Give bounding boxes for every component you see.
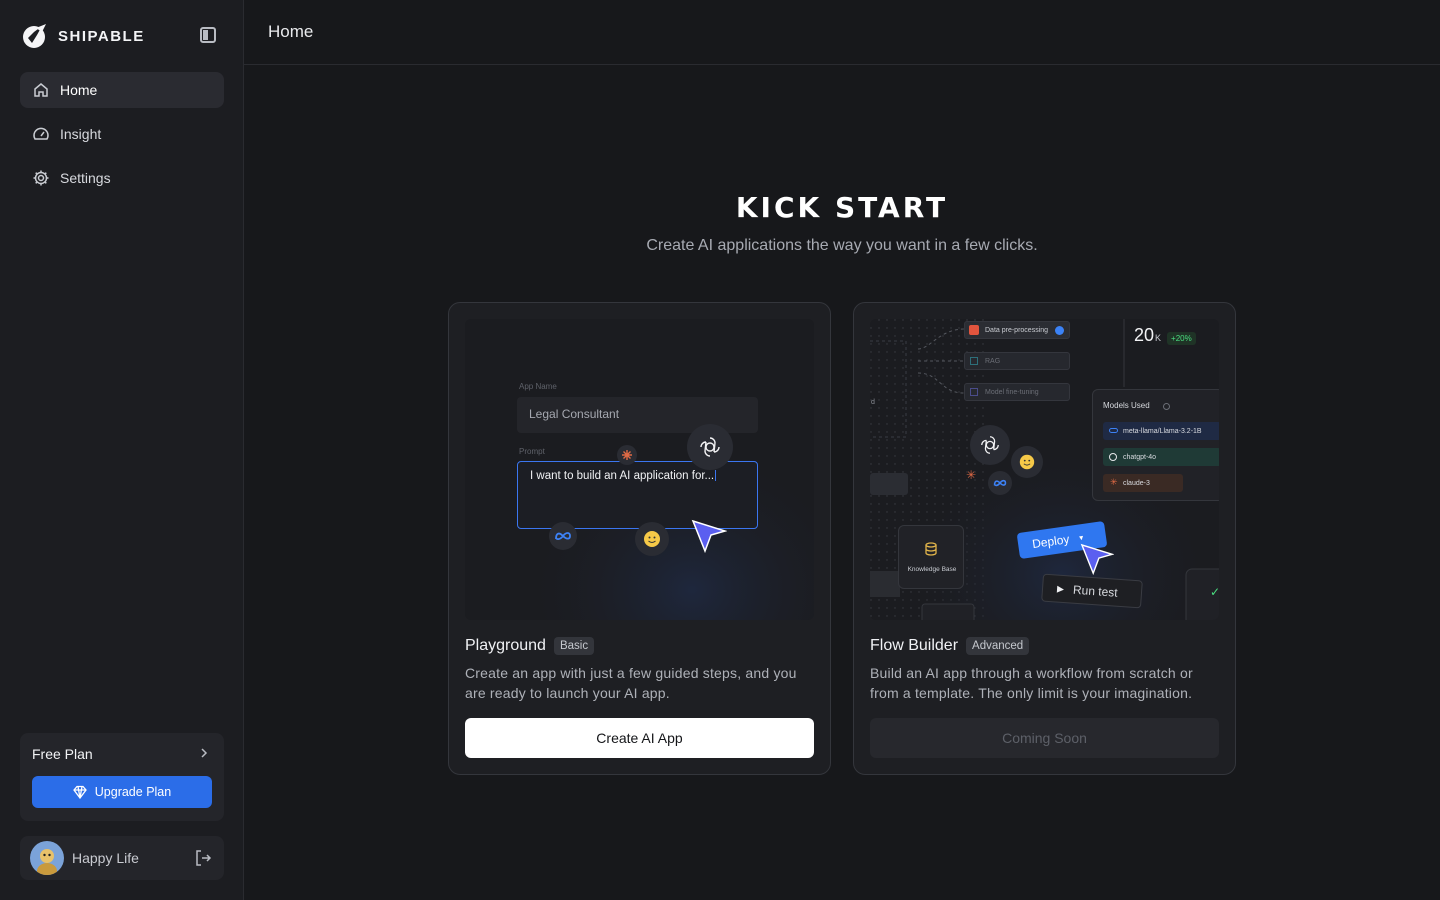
create-ai-app-button[interactable]: Create AI App [465,718,814,758]
claude-icon: ✳ [966,468,977,482]
openai-icon [687,424,733,470]
huggingface-icon [635,522,669,556]
avatar [30,841,64,875]
cursor-arrow-icon [691,519,727,554]
page-title: Home [268,22,314,41]
info-icon [1163,403,1170,410]
add-node-icon [1055,326,1064,335]
models-title: Models Used [1103,401,1150,410]
huggingface-icon [1011,446,1043,478]
openai-icon [970,425,1010,465]
node-rag: RAG [964,352,1070,370]
flow-builder-title: Flow Builder [870,637,959,654]
app-name-label: App Name [519,382,557,391]
user-profile[interactable]: Happy Life [20,836,224,880]
preprocessing-node-icon [969,325,979,335]
stat-unit: K [1155,333,1162,343]
chevron-right-icon[interactable] [198,747,210,759]
prompt-text: I want to build an AI application for... [530,470,715,482]
node-label: Model fine-tuning [985,388,1039,396]
playground-card: App Name Legal Consultant Prompt I want … [448,302,831,775]
rag-node-icon [970,357,978,365]
sidebar-item-settings[interactable]: Settings [20,160,224,196]
sidebar-item-label: Home [60,82,98,98]
card-title: Flow Builder Advanced [870,637,1030,655]
playground-preview: App Name Legal Consultant Prompt I want … [465,319,814,620]
sidebar-nav: Home Insight Settings [20,72,224,204]
plan-card: Free Plan Upgrade Plan [20,733,224,821]
openai-model-icon [1109,453,1117,461]
upgrade-plan-label: Upgrade Plan [94,785,172,799]
sidebar-item-insight[interactable]: Insight [20,116,224,152]
knowledge-base-node: Knowledge Base [898,525,964,589]
advanced-badge: Advanced [966,637,1030,655]
top-header: Home [244,0,1440,65]
node-data-preprocessing: Data pre-processing [964,321,1070,339]
models-used-panel: Models Used meta-llama/Llama-3.2-1B chat… [1092,389,1219,501]
hero-title: KICK START [735,191,949,224]
model-row-llama: meta-llama/Llama-3.2-1B [1103,422,1219,440]
chevron-down-icon: ▾ [1078,532,1084,543]
knowledge-base-label: Knowledge Base [907,566,957,573]
sidebar: SHIPABLE Home Insight Settings Free Plan… [0,0,244,900]
basic-badge: Basic [553,637,595,655]
node-label: RAG [985,357,1001,365]
deploy-label: Deploy [1031,532,1071,552]
upgrade-plan-button[interactable]: Upgrade Plan [32,776,212,808]
node-label: Data pre-processing [985,326,1049,334]
sidebar-toggle-icon[interactable] [200,27,216,43]
sidebar-item-label: Settings [60,170,111,186]
finetune-node-icon [970,388,978,396]
flow-builder-card: Data pre-processing RAG Model fine-tunin… [853,302,1236,775]
meta-icon [549,522,577,550]
prompt-label: Prompt [519,447,545,456]
playground-description: Create an app with just a few guided ste… [465,665,797,701]
run-test-label: Run test [1072,582,1119,600]
brand-logo[interactable]: SHIPABLE [22,22,222,50]
claude-model-icon: ✳ [1110,477,1118,487]
play-icon: ▶ [1056,583,1065,595]
stat-value: 20 [1134,325,1155,345]
gear-icon [33,170,49,186]
hero-subtitle: Create AI applications the way you want … [646,237,1038,254]
shipable-logo-icon [23,24,46,48]
card-title: Playground Basic [465,637,595,655]
model-label: meta-llama/Llama-3.2-1B [1123,427,1202,435]
database-icon [925,542,937,556]
model-label: claude-3 [1123,479,1150,487]
stat-block: 20 K +20% [1134,325,1196,346]
node-model-fine-tuning: Model fine-tuning [964,383,1070,401]
cursor-arrow-icon [1080,543,1114,576]
brand-name: SHIPABLE [58,27,145,45]
sidebar-item-label: Insight [60,126,102,142]
text-cursor [715,470,717,482]
sidebar-item-home[interactable]: Home [20,72,224,108]
diamond-icon [72,785,87,799]
meta-model-icon [1109,428,1118,433]
meta-icon [988,471,1012,495]
gauge-icon [33,127,49,140]
flow-builder-preview: Data pre-processing RAG Model fine-tunin… [870,319,1219,620]
flow-builder-description: Build an AI app through a workflow from … [870,665,1193,701]
stat-change-badge: +20% [1167,332,1196,345]
user-name: Happy Life [72,850,139,866]
status-check-icon: ✓ [1210,585,1219,599]
edge-label: d [871,399,875,406]
model-row-chatgpt: chatgpt-4o [1103,448,1219,466]
playground-title: Playground [465,637,546,654]
home-icon [34,83,48,97]
plan-title[interactable]: Free Plan [32,746,93,762]
model-row-claude: ✳ claude-3 [1103,474,1183,492]
claude-icon [617,445,637,465]
coming-soon-button: Coming Soon [870,718,1219,758]
logout-icon[interactable] [194,849,212,867]
model-label: chatgpt-4o [1123,453,1157,461]
